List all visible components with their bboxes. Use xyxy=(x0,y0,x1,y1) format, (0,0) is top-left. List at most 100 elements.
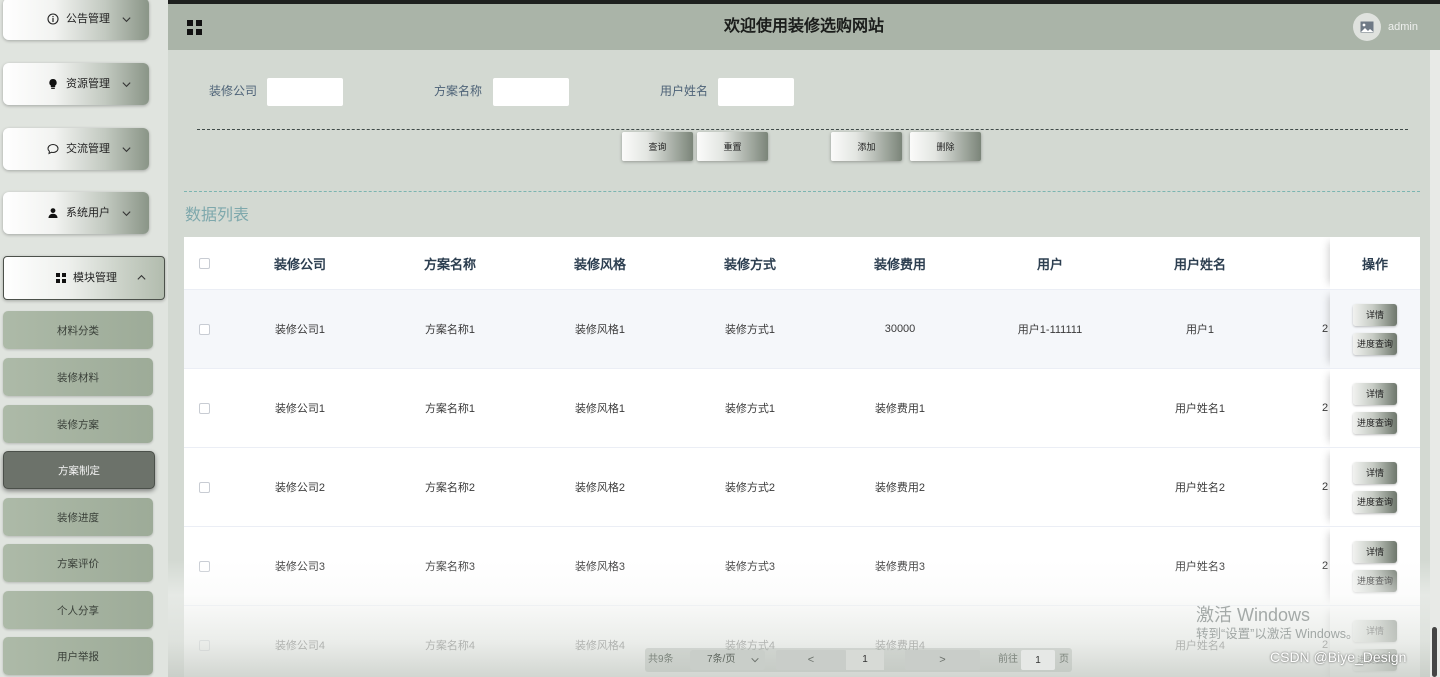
details-button[interactable]: 详情 xyxy=(1353,540,1397,563)
cell-user xyxy=(975,527,1125,605)
company-label: 装修公司 xyxy=(209,84,258,98)
checkbox-cell xyxy=(184,237,225,289)
row-checkbox[interactable] xyxy=(199,639,210,651)
progress-query-button[interactable]: 进度查询 xyxy=(1353,569,1397,592)
submenu-item-plan-formulation[interactable]: 方案制定 xyxy=(3,451,155,489)
table-header-row: 装修公司 方案名称 装修风格 装修方式 装修费用 用户 用户姓名 操作 xyxy=(184,237,1420,290)
cell-company: 装修公司2 xyxy=(274,482,326,494)
menu-item-label: 交流管理 xyxy=(66,143,110,155)
chevron-up-icon xyxy=(136,272,147,283)
user-name-label: 用户姓名 xyxy=(660,84,709,98)
scrollbar-thumb[interactable] xyxy=(1432,627,1437,677)
checkbox-cell xyxy=(184,606,225,677)
cell-method: 装修方式1 xyxy=(724,403,776,415)
delete-button[interactable]: 删除 xyxy=(910,132,981,161)
chevron-down-icon xyxy=(121,79,132,90)
progress-query-button[interactable]: 进度查询 xyxy=(1353,332,1397,355)
divider xyxy=(184,191,1420,192)
submenu-item-decoration-progress[interactable]: 装修进度 xyxy=(3,498,153,536)
chat-icon xyxy=(47,143,59,155)
cell-cost: 装修费用2 xyxy=(874,482,926,494)
pagination: 共9条 7条/页 < 1 > 前往 页 xyxy=(645,648,1072,672)
menu-item-module-management[interactable]: 模块管理 xyxy=(3,256,165,300)
cell-plan-name: 方案名称3 xyxy=(424,561,476,573)
table-row: 装修公司1 方案名称1 装修风格1 装修方式1 30000 用户1-111111 用户1 2 详… xyxy=(184,290,1420,369)
query-button[interactable]: 查询 xyxy=(622,132,693,161)
chevron-down-icon xyxy=(750,655,760,665)
details-button[interactable]: 详情 xyxy=(1353,461,1397,484)
submenu-item-material-category[interactable]: 材料分类 xyxy=(3,311,153,349)
page-size-value: 7条/页 xyxy=(707,654,736,665)
vertical-scrollbar[interactable] xyxy=(1430,50,1440,677)
total-count: 共9条 xyxy=(648,654,674,665)
cell-style: 装修风格3 xyxy=(574,561,626,573)
page-size-select[interactable]: 7条/页 xyxy=(690,650,765,670)
menu-item-label: 公告管理 xyxy=(66,13,110,25)
avatar[interactable] xyxy=(1353,13,1381,41)
menu-item-communication[interactable]: 交流管理 xyxy=(3,128,149,170)
select-all-checkbox[interactable] xyxy=(199,257,210,269)
actions-cell: 详情 进度查询 xyxy=(1330,527,1420,605)
cell-plan-name: 方案名称1 xyxy=(424,324,476,336)
sidebar: 公告管理 资源管理 交流管理 系统用户 模块管理 材料分类 装修材料 装修方案 … xyxy=(0,0,168,677)
column-header-plan-name: 方案名称 xyxy=(423,256,476,272)
column-header-actions: 操作 xyxy=(1330,237,1420,289)
table-row: 装修公司1 方案名称1 装修风格1 装修方式1 装修费用1 用户姓名1 2 详情 进度查询 xyxy=(184,369,1420,448)
cell-company: 装修公司1 xyxy=(274,403,326,415)
company-input[interactable] xyxy=(267,78,343,106)
submenu-item-decoration-plans[interactable]: 装修方案 xyxy=(3,405,153,443)
details-button[interactable]: 详情 xyxy=(1353,619,1397,642)
details-button[interactable]: 详情 xyxy=(1353,382,1397,405)
add-button[interactable]: 添加 xyxy=(831,132,902,161)
row-checkbox[interactable] xyxy=(199,560,210,572)
cell-plan-name: 方案名称1 xyxy=(424,403,476,415)
reset-button[interactable]: 重置 xyxy=(697,132,768,161)
cell-company: 装修公司4 xyxy=(274,640,326,652)
table-row: 装修公司3 方案名称3 装修风格3 装修方式3 装修费用3 用户姓名3 2 详情 进度查询 xyxy=(184,527,1420,606)
page-unit-label: 页 xyxy=(1059,654,1069,665)
menu-item-label: 系统用户 xyxy=(66,207,110,219)
row-checkbox[interactable] xyxy=(199,481,210,493)
cell-cost: 装修费用1 xyxy=(874,403,926,415)
page-number[interactable]: 1 xyxy=(846,650,884,670)
details-button[interactable]: 详情 xyxy=(1353,303,1397,326)
cell-user-name: 用户姓名3 xyxy=(1174,561,1226,573)
cell-method: 装修方式2 xyxy=(724,482,776,494)
cell-user: 用户1-111111 xyxy=(1017,324,1083,336)
cell-style: 装修风格1 xyxy=(574,403,626,415)
submenu-item-personal-shares[interactable]: 个人分享 xyxy=(3,591,153,629)
cell-plan-name: 方案名称4 xyxy=(424,640,476,652)
user-name-input[interactable] xyxy=(718,78,794,106)
row-checkbox[interactable] xyxy=(199,323,210,335)
goto-page-input[interactable] xyxy=(1021,650,1055,670)
column-header-company: 装修公司 xyxy=(273,256,326,272)
row-checkbox[interactable] xyxy=(199,402,210,414)
submenu-item-user-reports[interactable]: 用户举报 xyxy=(3,637,153,675)
menu-item-label: 资源管理 xyxy=(66,78,110,90)
cell-user-name: 用户姓名1 xyxy=(1174,403,1226,415)
progress-query-button[interactable]: 进度查询 xyxy=(1353,411,1397,434)
chevron-down-icon xyxy=(121,14,132,25)
info-icon xyxy=(47,13,59,25)
prev-page-button[interactable]: < xyxy=(776,650,846,670)
submenu-item-decoration-materials[interactable]: 装修材料 xyxy=(3,358,153,396)
cell-style: 装修风格2 xyxy=(574,482,626,494)
checkbox-cell xyxy=(184,290,225,368)
next-page-button[interactable]: > xyxy=(905,650,980,670)
checkbox-cell xyxy=(184,448,225,526)
menu-item-announcements[interactable]: 公告管理 xyxy=(3,0,149,40)
credit-watermark: CSDN @Biye_Design xyxy=(1270,649,1407,665)
top-header: 欢迎使用装修选购网站 admin xyxy=(168,4,1440,50)
cell-user-name: 用户姓名2 xyxy=(1174,482,1226,494)
column-header-cost: 装修费用 xyxy=(873,256,926,272)
actions-cell: 详情 进度查询 xyxy=(1330,290,1420,368)
progress-query-button[interactable]: 进度查询 xyxy=(1353,490,1397,513)
chevron-down-icon xyxy=(121,144,132,155)
plan-name-label: 方案名称 xyxy=(434,84,483,98)
menu-item-system-users[interactable]: 系统用户 xyxy=(3,192,149,234)
actions-cell: 详情 进度查询 xyxy=(1330,448,1420,526)
plan-name-input[interactable] xyxy=(493,78,569,106)
menu-item-resources[interactable]: 资源管理 xyxy=(3,63,149,105)
username[interactable]: admin xyxy=(1388,21,1418,34)
submenu-item-plan-reviews[interactable]: 方案评价 xyxy=(3,544,153,582)
